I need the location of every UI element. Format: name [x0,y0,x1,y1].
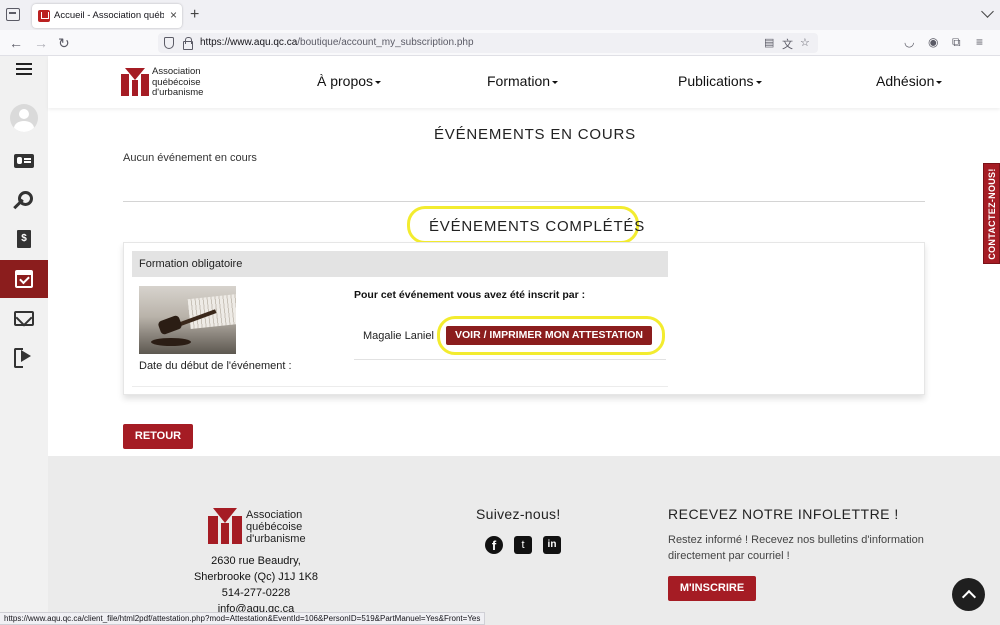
newsletter-text: Restez informé ! Recevez nos bulletins d… [668,534,924,562]
caret-down-icon [755,80,762,84]
event-category: Formation obligatoire [139,258,243,270]
bookmark-star-icon[interactable]: ☆ [800,36,810,49]
sidebar-item-invoices[interactable]: $ [0,220,48,258]
account-icon[interactable]: ◉ [928,35,938,49]
linkedin-icon[interactable]: in [543,536,561,554]
nav-menu-adhesion[interactable]: Adhésion [876,73,943,89]
scroll-to-top-button[interactable] [952,578,985,611]
tab-title: Accueil - Association québécoise d'urban… [54,10,164,21]
aqu-favicon-icon [38,10,50,22]
url-bar[interactable]: https://www.aqu.qc.ca/boutique/account_m… [158,33,818,53]
browser-nav-bar: ← → ↻ https://www.aqu.qc.ca/boutique/acc… [0,30,1000,56]
url-text: https://www.aqu.qc.ca/boutique/account_m… [200,37,474,48]
row-divider [354,359,666,360]
sidebar-item-password[interactable] [0,181,48,219]
caret-down-icon [375,80,382,84]
logo-text[interactable]: Association québécoise d'urbanisme [152,66,203,99]
follow-us-title: Suivez-nous! [476,506,561,522]
registered-by-label: Pour cet événement vous avez été inscrit… [354,289,586,301]
event-category-bar: Formation obligatoire [132,251,668,277]
event-image [139,286,236,354]
nav-menu-a-propos[interactable]: À propos [317,73,382,89]
hamburger-menu-icon[interactable] [16,63,32,75]
browser-tab[interactable]: Accueil - Association québécoise d'urban… [32,4,182,28]
invoice-icon: $ [17,230,31,248]
aqu-logo[interactable] [121,68,149,96]
no-events-text: Aucun événement en cours [123,152,257,164]
registrant-name: Magalie Laniel [363,330,434,342]
translate-icon[interactable]: 文 [782,36,793,52]
reader-view-icon[interactable]: ▤ [764,36,774,49]
footer-address: 2630 rue Beaudry, Sherbrooke (Qc) J1J 1K… [188,553,324,617]
footer-logo[interactable] [208,508,242,544]
forward-arrow-icon[interactable]: → [34,35,48,51]
footer-phone[interactable]: 514-277-0228 [188,585,324,601]
back-arrow-icon[interactable]: ← [9,35,23,51]
ongoing-events-title: ÉVÉNEMENTS EN COURS [434,126,636,143]
sidebar-item-messages[interactable] [0,299,48,337]
twitter-icon[interactable]: t [514,536,532,554]
tab-close-icon[interactable]: × [170,9,177,21]
contact-us-label: CONTACTEZ-NOUS! [986,167,997,260]
reload-icon[interactable]: ↻ [58,35,70,51]
tracking-shield-icon[interactable] [164,37,174,49]
site-footer: Association québécoise d'urbanisme 2630 … [48,456,1000,625]
lock-icon[interactable] [182,37,193,50]
contact-us-tab[interactable]: CONTACTEZ-NOUS! [983,163,1000,264]
completed-events-title: ÉVÉNEMENTS COMPLÉTÉS [429,218,646,235]
sidebar-item-profile[interactable] [0,142,48,180]
logout-icon [14,348,34,368]
event-start-date-label: Date du début de l'événement : [139,360,292,372]
pocket-icon[interactable]: ◡ [904,35,914,49]
caret-down-icon [552,80,559,84]
mail-icon [14,310,34,326]
newsletter-title: RECEVEZ NOTRE INFOLETTRE ! [668,506,899,522]
status-bar-url: https://www.aqu.qc.ca/client_file/html2p… [0,612,486,625]
extensions-icon[interactable]: ⧉ [952,35,961,50]
nav-menu-formation[interactable]: Formation [487,73,559,89]
row-divider [132,386,668,387]
menu-icon[interactable]: ≡ [976,35,983,49]
new-tab-icon[interactable]: + [190,6,199,24]
avatar[interactable] [10,104,38,132]
account-sidebar: $ [0,56,48,625]
caret-down-icon [936,80,943,84]
tab-list-icon[interactable] [6,8,20,21]
facebook-icon[interactable]: f [485,536,503,554]
section-divider [123,201,925,202]
subscribe-button[interactable]: M'INSCRIRE [668,576,756,601]
calendar-check-icon [15,270,33,288]
back-button[interactable]: RETOUR [123,424,193,449]
footer-logo-text: Association québécoise d'urbanisme [246,509,306,545]
id-card-icon [14,154,34,168]
sidebar-item-events[interactable] [0,260,48,298]
site-header: Association québécoise d'urbanisme À pro… [48,56,1000,108]
browser-tab-bar: Accueil - Association québécoise d'urban… [0,0,1000,30]
key-icon [14,190,34,210]
highlight-oval [437,316,665,355]
nav-menu-publications[interactable]: Publications [678,73,762,89]
chevron-down-icon[interactable] [981,5,994,18]
sidebar-item-logout[interactable] [0,337,48,375]
